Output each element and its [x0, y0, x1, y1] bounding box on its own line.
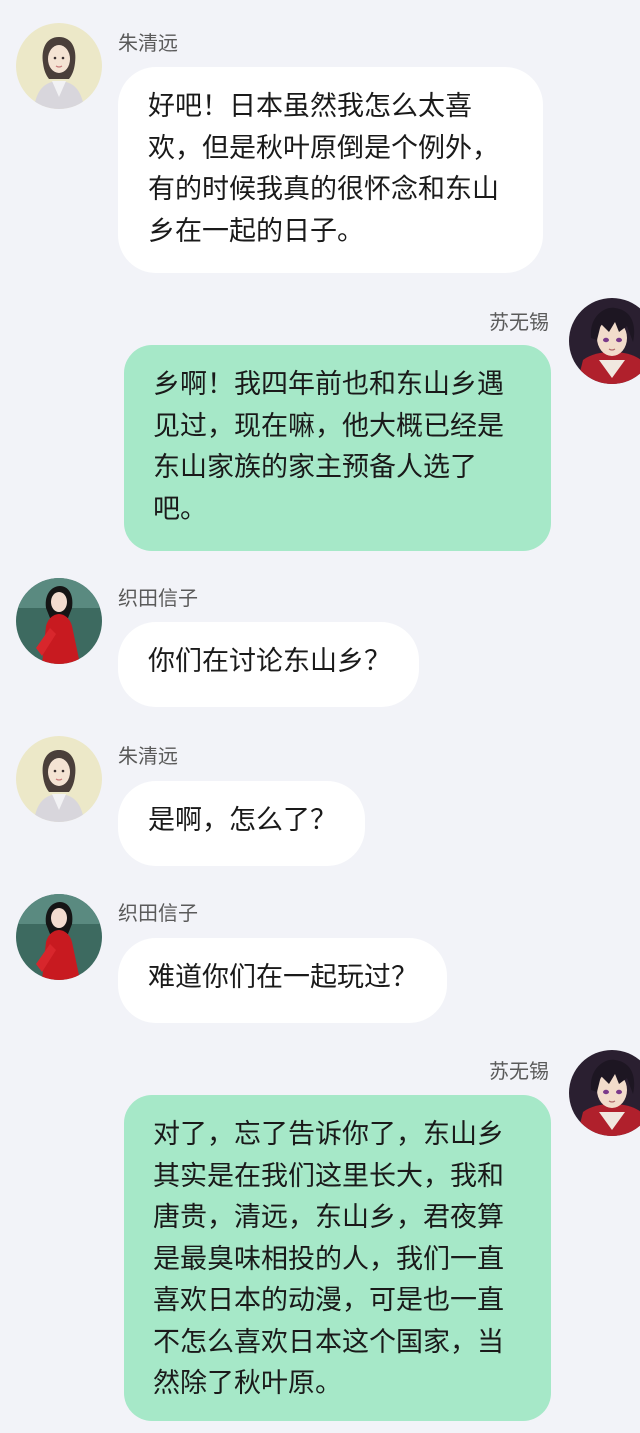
message-line: 乡啊！我四年前也和东山乡遇 — [153, 369, 504, 400]
message-line: 东山家族的家主预备人选了 — [153, 452, 477, 483]
message-bubble[interactable]: 乡啊！我四年前也和东山乡遇 见过，现在嘛，他大概已经是 东山家族的家主预备人选了… — [124, 345, 551, 551]
message-line: 不怎么喜欢日本这个国家，当 — [153, 1326, 504, 1358]
message-line: 有的时候我真的很怀念和东山 — [148, 174, 499, 205]
red-dress-woman-avatar — [16, 578, 102, 664]
message-line: 是啊，怎么了？ — [148, 805, 337, 836]
avatar-su-wuxi[interactable] — [569, 1050, 640, 1136]
message-line: 见过，现在嘛，他大概已经是 — [153, 410, 504, 442]
message-line: 喜欢日本的动漫，可是也一直 — [153, 1285, 504, 1316]
message-line: 吧。 — [153, 493, 207, 525]
anime-boy-avatar — [569, 1050, 640, 1136]
message-line: 欢，但是秋叶原倒是个例外， — [148, 132, 499, 164]
sender-name: 苏无锡 — [489, 1059, 549, 1083]
avatar-su-wuxi[interactable] — [569, 298, 640, 384]
message-bubble[interactable]: 你们在讨论东山乡？ — [118, 622, 419, 707]
girl-illustration-avatar — [16, 23, 102, 109]
message-line: 唐贵，清远，东山乡，君夜算 — [153, 1202, 504, 1233]
sender-name: 织田信子 — [118, 586, 198, 610]
message-bubble[interactable]: 好吧！日本虽然我怎么太喜 欢，但是秋叶原倒是个例外， 有的时候我真的很怀念和东山… — [118, 67, 543, 273]
avatar-oda-nobuko[interactable] — [16, 578, 102, 664]
message-line: 然除了秋叶原。 — [153, 1368, 342, 1399]
message-line: 好吧！日本虽然我怎么太喜 — [148, 91, 472, 122]
message-line: 你们在讨论东山乡？ — [148, 646, 391, 677]
sender-name: 苏无锡 — [489, 310, 549, 334]
message-bubble[interactable]: 是啊，怎么了？ — [118, 781, 365, 866]
message-line: 对了，忘了告诉你了，东山乡 — [153, 1119, 504, 1150]
sender-name: 织田信子 — [118, 901, 198, 925]
red-dress-woman-avatar — [16, 894, 102, 980]
sender-name: 朱清远 — [118, 31, 178, 55]
message-line: 是最臭味相投的人，我们一直 — [153, 1243, 504, 1275]
message-bubble[interactable]: 对了，忘了告诉你了，东山乡 其实是在我们这里长大，我和 唐贵，清远，东山乡，君夜… — [124, 1095, 551, 1421]
girl-illustration-avatar — [16, 736, 102, 822]
avatar-zhu-qingyuan[interactable] — [16, 736, 102, 822]
message-bubble[interactable]: 难道你们在一起玩过？ — [118, 938, 447, 1023]
message-line: 其实是在我们这里长大，我和 — [153, 1160, 504, 1192]
message-line: 难道你们在一起玩过？ — [148, 962, 418, 993]
avatar-zhu-qingyuan[interactable] — [16, 23, 102, 109]
anime-boy-avatar — [569, 298, 640, 384]
avatar-oda-nobuko[interactable] — [16, 894, 102, 980]
message-line: 乡在一起的日子。 — [148, 215, 364, 247]
sender-name: 朱清远 — [118, 744, 178, 768]
